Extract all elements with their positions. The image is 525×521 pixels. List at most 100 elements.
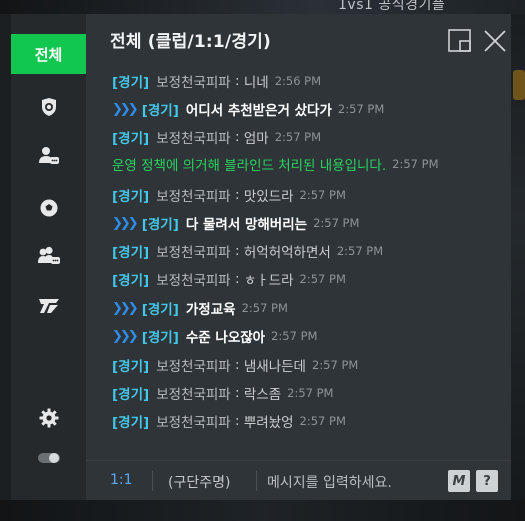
- chat-message: [경기] 보정천국피파 : 뿌려놨엉 2:57 PM: [112, 410, 346, 432]
- message-text: 허억허억하면서: [243, 245, 331, 261]
- message-text: 다 물려서 망해버리는: [185, 217, 308, 233]
- message-time: 2:57 PM: [271, 329, 318, 343]
- message-time: 2:57 PM: [336, 244, 384, 258]
- resize-window-icon: [448, 29, 471, 52]
- message-separator: :: [230, 385, 244, 401]
- close-button[interactable]: [482, 28, 508, 54]
- outgoing-arrow-icon: ❯❯❯: [112, 215, 139, 231]
- divider: [256, 471, 257, 491]
- message-tag: [경기]: [112, 75, 150, 91]
- resize-button[interactable]: [447, 28, 473, 54]
- message-text: 가정교육: [185, 302, 236, 318]
- message-sender[interactable]: 보정천국피파: [156, 185, 231, 205]
- message-sender[interactable]: 보정천국피파: [156, 71, 231, 91]
- message-time: 2:56 PM: [274, 74, 322, 88]
- message-tag: [경기]: [141, 217, 179, 233]
- outgoing-arrow-icon: ❯❯❯: [112, 300, 139, 316]
- message-tag: [경기]: [112, 189, 150, 205]
- chat-title: 전체 (클럽/1:1/경기): [110, 32, 271, 52]
- chat-message: [경기] 보정천국피파 : 락스좀 2:57 PM: [112, 382, 333, 404]
- chat-message: [경기] 보정천국피파 : 냄새나든데 2:57 PM: [112, 354, 358, 376]
- toggle-icon: [37, 453, 60, 463]
- notice-text: 운영 정책에 의거해 블라인드 처리된 내용입니다.: [112, 158, 387, 174]
- outgoing-arrow-icon: ❯❯❯: [112, 101, 139, 117]
- chat-header: 전체 (클럽/1:1/경기): [86, 14, 511, 66]
- message-text: 니네: [243, 75, 269, 91]
- message-separator: :: [230, 357, 244, 373]
- chat-message: ❯❯❯ [경기] 다 물려서 망해버리는 2:57 PM: [112, 212, 359, 234]
- message-text: 맛있드라: [243, 189, 294, 205]
- system-notice: 운영 정책에 의거해 블라인드 처리된 내용입니다. 2:57 PM: [112, 153, 439, 175]
- message-time: 2:57 PM: [392, 157, 439, 171]
- message-tag: [경기]: [112, 415, 150, 431]
- sidebar-item-team[interactable]: [11, 286, 86, 326]
- chat-input-bar: 1:1 (구단주명) 메시지를 입력하세요. M ?: [86, 460, 511, 501]
- sidebar-toggle[interactable]: [11, 438, 86, 478]
- message-time: 2:57 PM: [274, 130, 322, 144]
- message-text: 엄마: [243, 131, 269, 147]
- outgoing-arrow-icon: ❯❯❯: [112, 328, 139, 344]
- recipient-selector[interactable]: (구단주명): [168, 472, 230, 492]
- message-tag: [경기]: [112, 131, 150, 147]
- chat-message: [경기] 보정천국피파 : ㅎㅏ드라 2:57 PM: [112, 268, 346, 290]
- user-chat-icon: [38, 147, 59, 164]
- message-tag: [경기]: [112, 245, 150, 261]
- chat-message: ❯❯❯ [경기] 수준 나오잖아 2:57 PM: [112, 325, 317, 347]
- chat-message: ❯❯❯ [경기] 어디서 추천받은거 샀다가 2:57 PM: [112, 98, 384, 120]
- background-caption: 1vs1 공식경기플: [338, 0, 446, 13]
- chat-window: 전체 전체 (클럽/1:1/경기) [경기] 보정천국피파: 니네 2:56 …: [11, 14, 511, 500]
- message-time: 2:57 PM: [299, 272, 346, 286]
- message-sender[interactable]: 보정천국피파: [156, 241, 231, 261]
- sidebar-item-settings[interactable]: [11, 398, 86, 438]
- message-text: 수준 나오잖아: [185, 330, 266, 346]
- message-text: 락스좀: [243, 387, 282, 403]
- message-separator: :: [230, 413, 244, 429]
- message-separator: :: [230, 129, 244, 145]
- soccer-ball-icon: [39, 198, 58, 218]
- message-tag: [경기]: [112, 359, 150, 375]
- message-sender[interactable]: 보정천국피파: [156, 355, 231, 375]
- message-sender[interactable]: 보정천국피파: [156, 269, 231, 289]
- message-input[interactable]: 메시지를 입력하세요.: [267, 472, 392, 492]
- message-time: 2:57 PM: [299, 188, 346, 202]
- macro-button[interactable]: M: [448, 470, 470, 492]
- message-time: 2:57 PM: [311, 358, 359, 372]
- message-separator: :: [230, 187, 244, 203]
- message-sender[interactable]: 보정천국피파: [156, 411, 231, 431]
- message-text: 어디서 추천받은거 샀다가: [185, 103, 332, 119]
- message-time: 2:57 PM: [313, 216, 360, 230]
- message-time: 2:57 PM: [287, 386, 334, 400]
- message-separator: :: [230, 73, 244, 89]
- chat-message: [경기] 보정천국피파 : 허억허억하면서 2:57 PM: [112, 240, 383, 262]
- sidebar-item-group[interactable]: [11, 236, 86, 276]
- message-separator: :: [230, 243, 244, 259]
- message-text: ㅎㅏ드라: [243, 273, 294, 289]
- sidebar-item-all-label: 전체: [34, 45, 63, 64]
- chat-message: ❯❯❯ [경기] 가정교육 2:57 PM: [112, 297, 288, 319]
- message-tag: [경기]: [141, 330, 179, 346]
- background-bottom: [0, 500, 525, 521]
- message-sender[interactable]: 보정천국피파: [156, 127, 231, 147]
- message-text: 뿌려놨엉: [243, 415, 294, 431]
- group-chat-icon: [37, 246, 60, 264]
- sidebar-item-match[interactable]: [11, 188, 86, 228]
- message-separator: :: [230, 271, 244, 287]
- chat-mode-button[interactable]: 1:1: [110, 472, 133, 488]
- background-object: [513, 70, 525, 100]
- sidebar-item-club[interactable]: [11, 87, 86, 127]
- help-button[interactable]: ?: [476, 470, 498, 492]
- message-text: 냄새나든데: [243, 359, 306, 375]
- background-top: [0, 0, 525, 14]
- shield-icon: [41, 98, 56, 116]
- message-list[interactable]: [경기] 보정천국피파 : 니네 2:56 PM ❯❯❯ [경기] 어디서 추천…: [86, 66, 511, 446]
- message-sender[interactable]: 보정천국피파: [156, 383, 231, 403]
- team-logo-icon: [38, 299, 59, 313]
- sidebar-item-all[interactable]: 전체: [11, 34, 86, 74]
- settings-icon: [39, 408, 58, 428]
- message-tag: [경기]: [112, 273, 150, 289]
- chat-sidebar: 전체: [11, 14, 86, 500]
- close-icon: [484, 30, 506, 52]
- sidebar-item-one-on-one[interactable]: [11, 136, 86, 176]
- message-time: 2:57 PM: [241, 301, 288, 315]
- chat-message: [경기] 보정천국피파 : 맛있드라 2:57 PM: [112, 184, 346, 206]
